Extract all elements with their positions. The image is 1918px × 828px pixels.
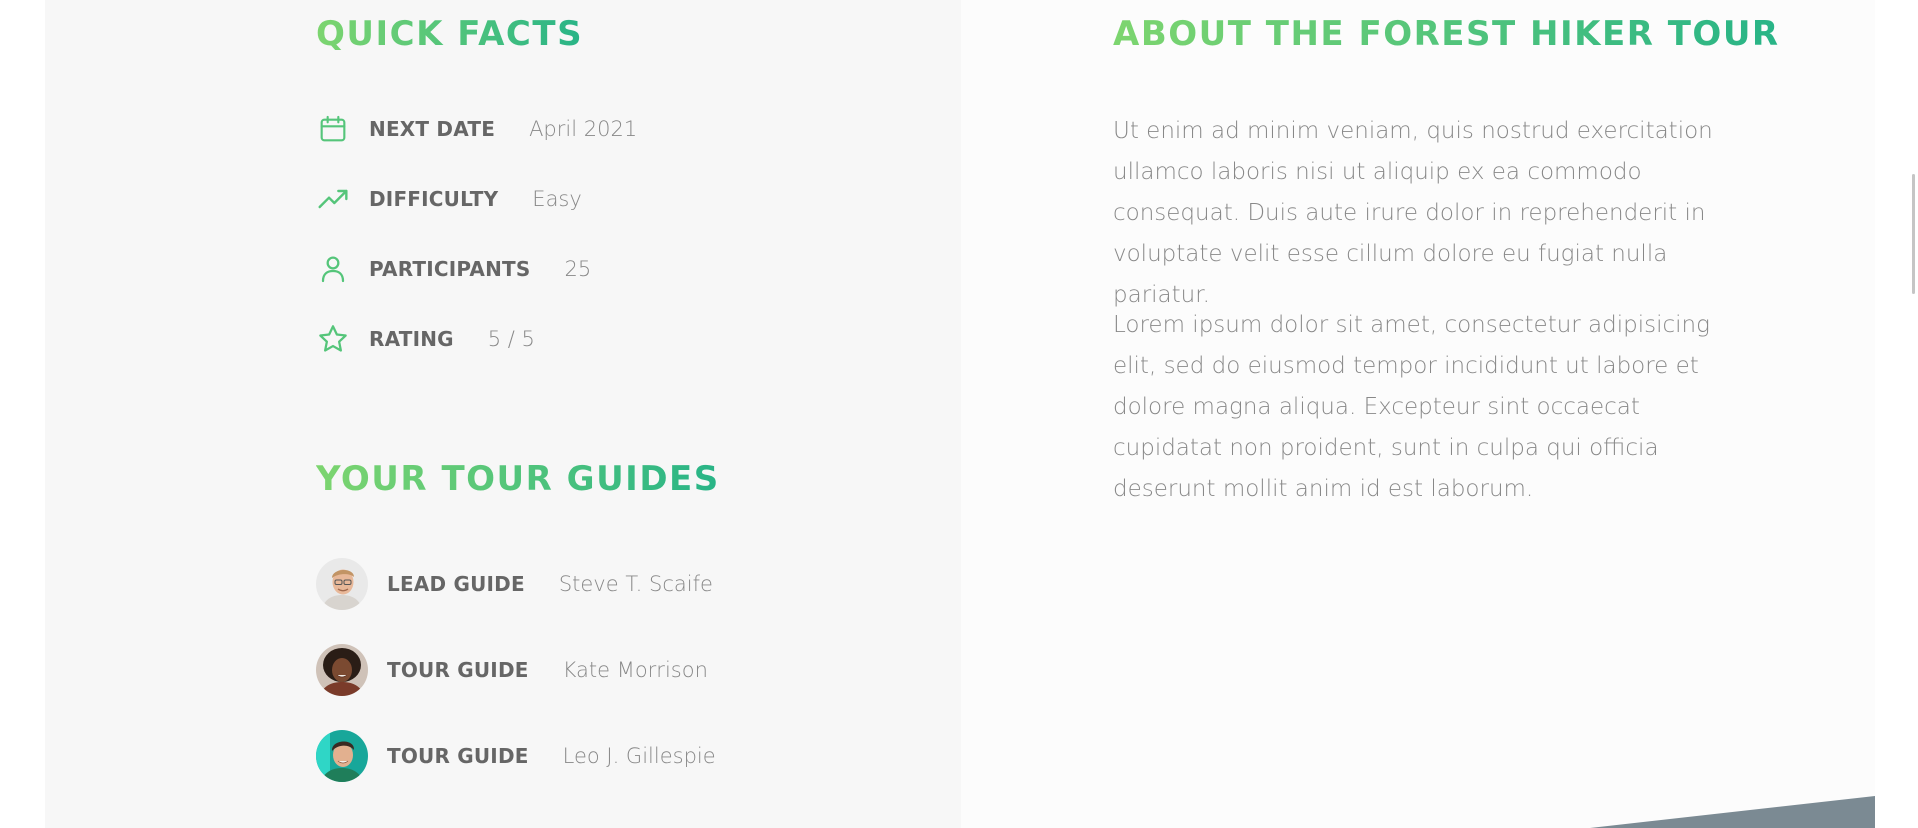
- scrollbar[interactable]: [1904, 0, 1918, 828]
- fact-value: April 2021: [529, 117, 638, 141]
- guide-name: Leo J. Gillespie: [562, 744, 716, 768]
- fact-label: Next date: [369, 117, 496, 141]
- fact-value: 25: [564, 257, 592, 281]
- avatar: [316, 558, 368, 610]
- avatar: [316, 644, 368, 696]
- user-icon: [316, 252, 350, 286]
- fact-label: Difficulty: [369, 187, 499, 211]
- about-paragraph: Lorem ipsum dolor sit amet, consectetur …: [1113, 312, 1710, 502]
- quick-facts-heading: Quick facts: [316, 14, 584, 54]
- bottom-diagonal-shape: [1590, 796, 1875, 828]
- fact-difficulty: Difficulty Easy: [316, 179, 582, 219]
- guide-role: Tour guide: [387, 658, 529, 682]
- fact-value: Easy: [532, 187, 582, 211]
- guide-name: Steve T. Scaife: [558, 572, 713, 596]
- about-heading: About the Forest Hiker tour: [1113, 14, 1780, 54]
- star-icon: [316, 322, 350, 356]
- fact-next-date: Next date April 2021: [316, 109, 637, 149]
- fact-label: Participants: [369, 257, 531, 281]
- fact-participants: Participants 25: [316, 249, 591, 289]
- trending-up-icon: [316, 182, 350, 216]
- fact-label: Rating: [369, 327, 454, 351]
- guide-role: Tour guide: [387, 744, 529, 768]
- calendar-icon: [316, 112, 350, 146]
- tour-guides-heading: Your tour guides: [316, 459, 720, 499]
- guide-role: Lead guide: [387, 572, 525, 596]
- guide-name: Kate Morrison: [562, 658, 708, 682]
- about-paragraph: Ut enim ad minim veniam, quis nostrud ex…: [1113, 118, 1713, 308]
- tour-detail-page: Quick facts Next date April 2021 Difficu…: [0, 0, 1918, 828]
- fact-value: 5 / 5: [487, 327, 535, 351]
- guide-row-lead: Lead guide Steve T. Scaife: [316, 557, 713, 611]
- scrollbar-thumb[interactable]: [1912, 174, 1915, 294]
- guide-row-leo: Tour guide Leo J. Gillespie: [316, 729, 716, 783]
- guide-row-kate: Tour guide Kate Morrison: [316, 643, 708, 697]
- avatar: [316, 730, 368, 782]
- fact-rating: Rating 5 / 5: [316, 319, 535, 359]
